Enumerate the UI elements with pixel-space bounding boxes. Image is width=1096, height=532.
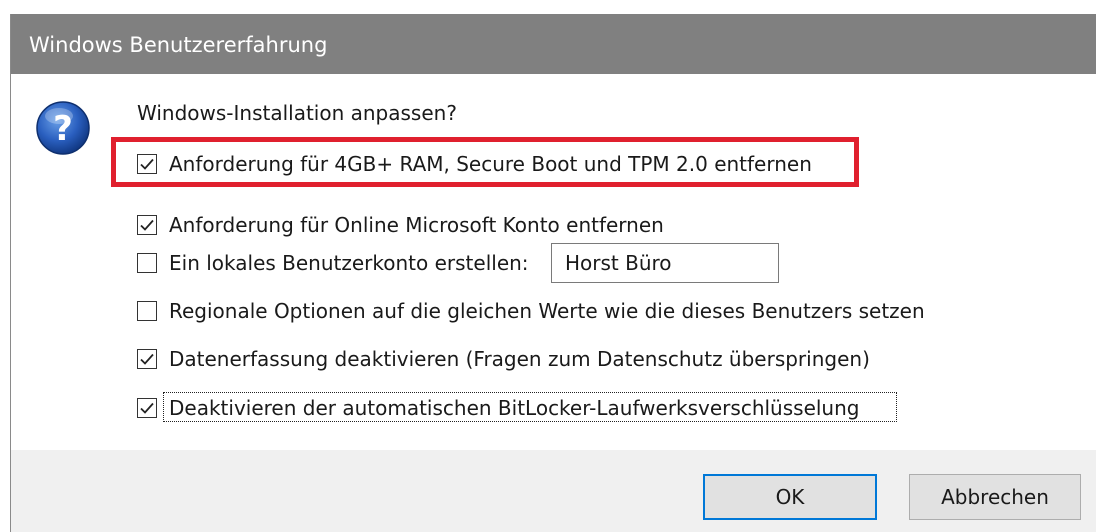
title-bar[interactable]: Windows Benutzererfahrung [11, 14, 1096, 74]
highlight-box [111, 137, 859, 187]
svg-text:?: ? [53, 109, 73, 149]
checkbox-data-collection[interactable] [137, 349, 157, 369]
focus-rectangle [163, 392, 897, 422]
username-value: Horst Büro [565, 251, 672, 275]
option-label: Regionale Optionen auf die gleichen Wert… [169, 299, 925, 323]
checkbox-local-account[interactable] [137, 253, 157, 273]
question-icon: ? [36, 101, 90, 155]
option-label: Anforderung für Online Microsoft Konto e… [169, 213, 664, 237]
checkmark-icon [140, 353, 154, 365]
checkbox-regional-settings[interactable] [137, 301, 157, 321]
checkbox-online-account[interactable] [137, 215, 157, 235]
dialog-window: Windows Benutzererfahrung ? Windows-Inst… [10, 14, 1096, 532]
ok-button[interactable]: OK [703, 474, 877, 520]
dialog-prompt: Windows-Installation anpassen? [137, 101, 457, 125]
option-label: Datenerfassung deaktivieren (Fragen zum … [169, 347, 870, 371]
cancel-button[interactable]: Abbrechen [909, 474, 1081, 520]
option-label: Ein lokales Benutzerkonto erstellen: [169, 251, 529, 275]
checkbox-bitlocker[interactable] [137, 398, 157, 418]
checkmark-icon [140, 219, 154, 231]
username-input[interactable]: Horst Büro [551, 243, 779, 283]
window-title: Windows Benutzererfahrung [29, 33, 328, 57]
checkmark-icon [140, 402, 154, 414]
